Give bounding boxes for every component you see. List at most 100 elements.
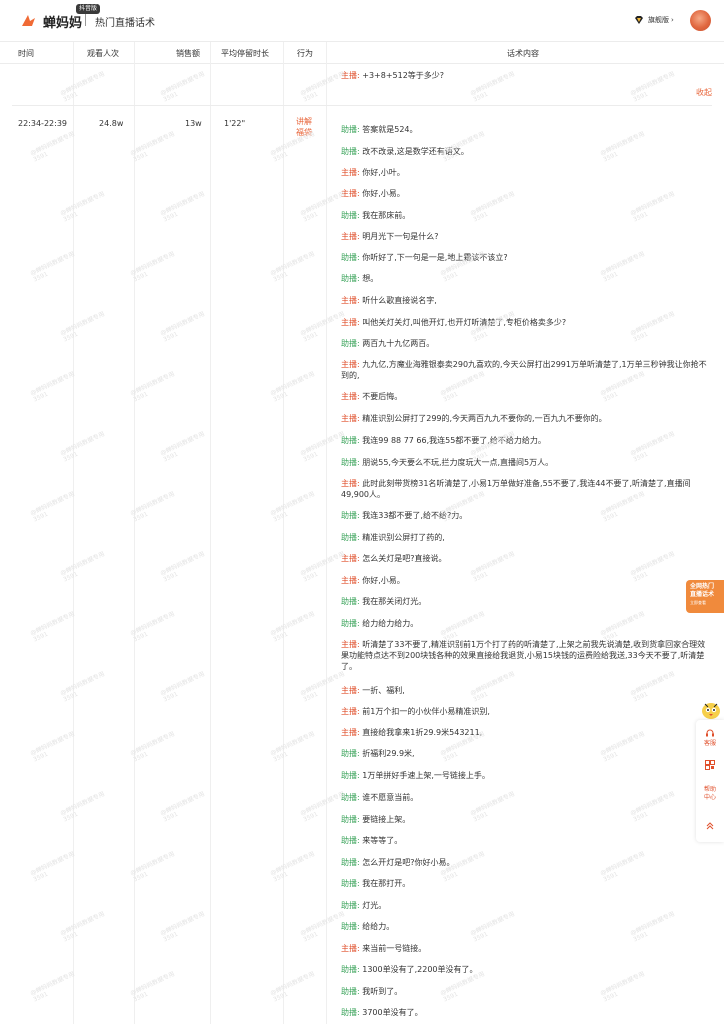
watermark: @蝉妈妈数据专用 3591 — [59, 310, 106, 344]
speaker-role: 助播: — [341, 793, 360, 802]
script-text: 灯光。 — [362, 901, 387, 910]
back-to-top-button[interactable] — [696, 822, 724, 832]
speaker-role: 助播: — [341, 1008, 360, 1017]
script-text: 改不改录,这是数学还有语文。 — [362, 147, 469, 156]
watermark: @蝉妈妈数据专用 3591 — [29, 250, 76, 284]
watermark: @蝉妈妈数据专用 3591 — [159, 790, 206, 824]
speaker-role: 助播: — [341, 211, 360, 220]
speaker-role: 助播: — [341, 987, 360, 996]
column-divider — [283, 42, 284, 1024]
watermark: @蝉妈妈数据专用 3591 — [29, 130, 76, 164]
watermark: @蝉妈妈数据专用 3591 — [269, 850, 316, 884]
speaker-role: 主播: — [341, 479, 360, 488]
script-text: 我连99 88 77 66,我连55都不要了,给不给力给力。 — [362, 436, 546, 445]
speaker-role: 主播: — [341, 944, 360, 953]
script-line: 主播: +3+8+512等于多少? — [341, 70, 711, 81]
speaker-role: 助播: — [341, 922, 360, 931]
speaker-role: 助播: — [341, 339, 360, 348]
column-divider — [210, 42, 211, 1024]
promo-sub: 立即查看 — [690, 600, 706, 605]
script-line: 主播: 不要后悔。 — [341, 391, 711, 402]
speaker-role: 主播: — [341, 640, 360, 649]
script-line: 助播: 改不改录,这是数学还有语文。 — [341, 146, 711, 157]
watermark: @蝉妈妈数据专用 3591 — [269, 490, 316, 524]
script-text: 前1万个扣一的小伙伴小易精准识别, — [362, 707, 490, 716]
headset-icon — [706, 729, 714, 737]
mascot-icon[interactable] — [700, 698, 722, 720]
logo-icon[interactable] — [20, 12, 37, 29]
speaker-role: 助播: — [341, 879, 360, 888]
column-header-sales: 销售额 — [176, 49, 200, 58]
table-header: 时间 观看人次 销售额 平均停留时长 行为 话术内容 — [0, 42, 724, 64]
speaker-role: 主播: — [341, 71, 360, 80]
script-text: 想。 — [362, 274, 379, 283]
script-text: 给力给力给力。 — [362, 619, 419, 628]
speaker-role: 主播: — [341, 392, 360, 401]
script-text: 给给力。 — [362, 922, 395, 931]
script-text: 不要后悔。 — [362, 392, 403, 401]
watermark: @蝉妈妈数据专用 3591 — [129, 370, 176, 404]
speaker-role: 助播: — [341, 771, 360, 780]
promo-line1: 全网热门 — [690, 583, 715, 590]
script-text: 你好,小易。 — [362, 576, 405, 585]
watermark: @蝉妈妈数据专用 3591 — [29, 730, 76, 764]
speaker-role: 主播: — [341, 168, 360, 177]
script-line: 助播: 要链接上架。 — [341, 814, 711, 825]
watermark: @蝉妈妈数据专用 3591 — [129, 610, 176, 644]
script-line: 助播: 两百九十九亿两百。 — [341, 338, 711, 349]
collapse-button[interactable]: 收起 — [696, 87, 712, 98]
watermark: @蝉妈妈数据专用 3591 — [269, 370, 316, 404]
script-line: 助播: 3700单没有了。 — [341, 1007, 711, 1018]
speaker-role: 主播: — [341, 414, 360, 423]
script-line: 主播: 你好,小易。 — [341, 188, 711, 199]
script-text: 3700单没有了。 — [362, 1008, 423, 1017]
watermark: @蝉妈妈数据专用 3591 — [59, 910, 106, 944]
speaker-role: 助播: — [341, 749, 360, 758]
column-header-avg-stay: 平均停留时长 — [221, 49, 269, 58]
customer-service-button[interactable]: 客服 — [696, 728, 724, 748]
script-text: 来当前一号链接。 — [362, 944, 427, 953]
vip-menu[interactable]: 旗舰版 › — [634, 15, 674, 25]
watermark: @蝉妈妈数据专用 3591 — [29, 610, 76, 644]
qrcode-button[interactable] — [696, 760, 724, 772]
watermark: @蝉妈妈数据专用 3591 — [129, 130, 176, 164]
watermark: @蝉妈妈数据专用 3591 — [129, 970, 176, 1004]
watermark: @蝉妈妈数据专用 3591 — [269, 730, 316, 764]
cell-sales: 13w — [185, 119, 202, 128]
speaker-role: 助播: — [341, 125, 360, 134]
help-center-button[interactable]: 帮助中心 — [696, 786, 724, 802]
watermark: @蝉妈妈数据专用 3591 — [159, 70, 206, 104]
speaker-role: 主播: — [341, 296, 360, 305]
watermark: @蝉妈妈数据专用 3591 — [59, 670, 106, 704]
watermark: @蝉妈妈数据专用 3591 — [159, 910, 206, 944]
watermark: @蝉妈妈数据专用 3591 — [269, 250, 316, 284]
avatar[interactable] — [690, 10, 711, 31]
script-line: 主播: 精准识别公屏打了299的,今天两百九九不要你的,一百九九不要你的。 — [341, 413, 711, 424]
watermark: @蝉妈妈数据专用 3591 — [159, 550, 206, 584]
promo-banner[interactable]: 全网热门 直播话术 立即查看 — [686, 580, 724, 613]
cell-action-tag[interactable]: 讲解 福袋 — [296, 116, 314, 138]
watermark: @蝉妈妈数据专用 3591 — [129, 250, 176, 284]
watermark: @蝉妈妈数据专用 3591 — [129, 850, 176, 884]
script-line: 主播: 来当前一号链接。 — [341, 943, 711, 954]
brand-name[interactable]: 蝉妈妈 — [43, 12, 82, 31]
script-text: 怎么关灯是吧?直接说。 — [362, 554, 447, 563]
brand-badge: 抖音版 — [76, 4, 101, 14]
script-text: 听清楚了33不要了,精准识别前1万个打了药的听清楚了,上架之前我先说清楚,收到货… — [341, 640, 706, 671]
script-text: 朋说55,今天要么不玩,拦力度玩大一点,直播间5万人。 — [362, 458, 554, 467]
script-line: 主播: 明月光下一句是什么? — [341, 231, 711, 242]
watermark: @蝉妈妈数据专用 3591 — [159, 190, 206, 224]
watermark: @蝉妈妈数据专用 3591 — [159, 430, 206, 464]
speaker-role: 助播: — [341, 274, 360, 283]
script-line: 助播: 我在那关闭灯光。 — [341, 596, 711, 607]
script-line: 主播: 你好,小叶。 — [341, 167, 711, 178]
watermark: @蝉妈妈数据专用 3591 — [159, 310, 206, 344]
script-line: 助播: 来等等了。 — [341, 835, 711, 846]
speaker-role: 助播: — [341, 965, 360, 974]
side-toolbar: 客服 帮助中心 — [696, 720, 724, 842]
script-line: 主播: 听什么歌直接说名字, — [341, 295, 711, 306]
script-text: 一折、福利, — [362, 686, 405, 695]
speaker-role: 助播: — [341, 619, 360, 628]
column-header-time: 时间 — [18, 49, 34, 58]
watermark: @蝉妈妈数据专用 3591 — [59, 70, 106, 104]
